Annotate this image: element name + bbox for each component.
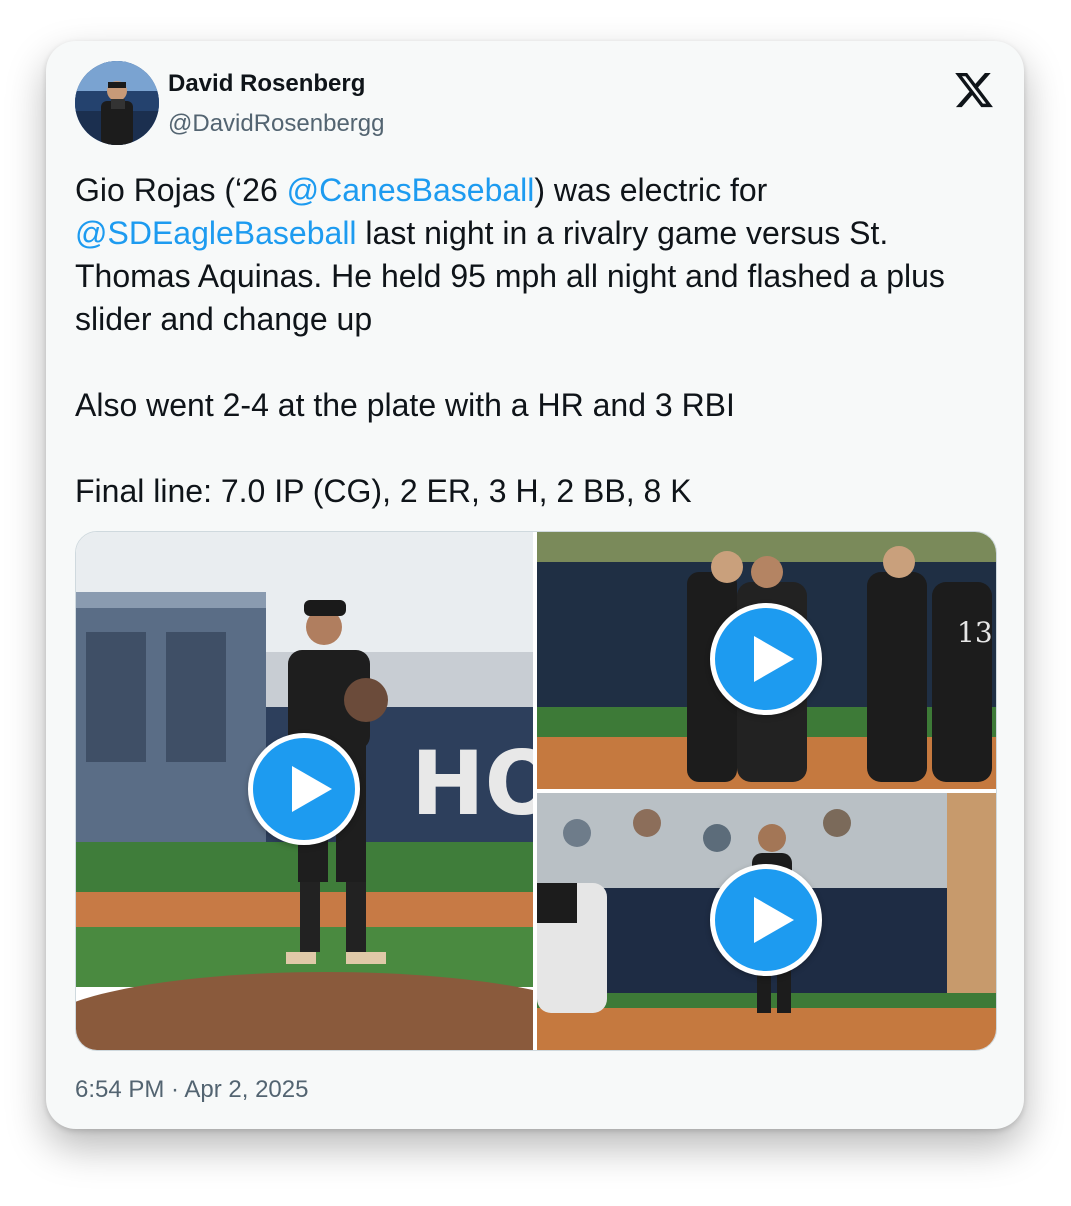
- play-button[interactable]: [710, 603, 822, 715]
- video-thumbnail-mound-visit[interactable]: 13: [537, 532, 996, 789]
- avatar-photo: [75, 61, 159, 145]
- svg-text:13: 13: [957, 616, 993, 649]
- play-button[interactable]: [248, 733, 360, 845]
- author-avatar[interactable]: [75, 61, 159, 145]
- tweet-text-segment: ) was electric for: [534, 172, 768, 208]
- tweet-card: David Rosenberg @DavidRosenbergg Gio Roj…: [46, 41, 1024, 1129]
- video-thumbnail-batter[interactable]: [537, 793, 996, 1050]
- tweet-timestamp[interactable]: 6:54 PM · Apr 2, 2025: [75, 1076, 308, 1104]
- mention-sdeaglebaseball-link[interactable]: @SDEagleBaseball: [75, 215, 357, 251]
- author-name[interactable]: David Rosenberg: [168, 70, 365, 98]
- media-grid: HO: [75, 531, 997, 1051]
- x-logo-icon[interactable]: [952, 69, 996, 111]
- tweet-text-segment: Gio Rojas (‘26: [75, 172, 287, 208]
- mention-canesbaseball-link[interactable]: @CanesBaseball: [287, 172, 535, 208]
- svg-text:HO: HO: [411, 732, 533, 835]
- play-button[interactable]: [710, 864, 822, 976]
- video-thumbnail-pitcher[interactable]: HO: [76, 532, 533, 1050]
- tweet-text: Gio Rojas (‘26 @CanesBaseball) was elect…: [75, 169, 995, 513]
- tweet-paragraph-3: Final line: 7.0 IP (CG), 2 ER, 3 H, 2 BB…: [75, 473, 692, 509]
- author-handle[interactable]: @DavidRosenbergg: [168, 110, 384, 138]
- tweet-paragraph-1: Gio Rojas (‘26 @CanesBaseball) was elect…: [75, 169, 995, 341]
- tweet-paragraph-2: Also went 2-4 at the plate with a HR and…: [75, 387, 735, 423]
